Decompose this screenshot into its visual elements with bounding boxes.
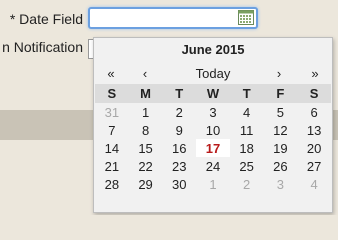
calendar-nav-bar: « ‹ Today › » (94, 65, 332, 83)
calendar-day[interactable]: 15 (129, 139, 163, 157)
calendar-day[interactable]: 29 (129, 175, 163, 193)
next-month-button[interactable]: › (264, 65, 294, 83)
calendar-day[interactable]: 6 (297, 103, 331, 121)
calendar-week-row: 21 22 23 24 25 26 27 (95, 157, 331, 175)
calendar-day[interactable]: 4 (297, 175, 331, 193)
calendar-day[interactable]: 24 (196, 157, 230, 175)
calendar-week-row: 7 8 9 10 11 12 13 (95, 121, 331, 139)
date-field-input[interactable] (90, 9, 238, 27)
calendar-day[interactable]: 7 (95, 121, 129, 139)
calendar-week-row: 31 1 2 3 4 5 6 (95, 103, 331, 121)
calendar-day[interactable]: 1 (129, 103, 163, 121)
calendar-day[interactable]: 8 (129, 121, 163, 139)
today-button[interactable]: Today (179, 65, 247, 83)
weekday-label: S (95, 84, 129, 103)
calendar-day[interactable]: 16 (162, 139, 196, 157)
prev-year-button[interactable]: « (96, 65, 126, 83)
calendar-day[interactable]: 9 (162, 121, 196, 139)
calendar-day[interactable]: 18 (230, 139, 264, 157)
calendar-week-row: 28 29 30 1 2 3 4 (95, 175, 331, 193)
date-field-container[interactable] (88, 7, 258, 29)
calendar-day[interactable]: 22 (129, 157, 163, 175)
calendar-day[interactable]: 14 (95, 139, 129, 157)
weekday-label: T (162, 84, 197, 103)
calendar-days: 31 1 2 3 4 5 6 7 8 9 10 11 12 13 14 15 16 17 18 19 20 21 22 23 2… (95, 103, 331, 193)
calendar-day[interactable]: 31 (95, 103, 129, 121)
calendar-day-today[interactable]: 17 (196, 139, 230, 157)
weekday-label: W (196, 84, 230, 103)
calendar-day[interactable]: 5 (264, 103, 298, 121)
calendar-day[interactable]: 20 (297, 139, 331, 157)
calendar-day[interactable]: 23 (162, 157, 196, 175)
calendar-day[interactable]: 30 (162, 175, 196, 193)
prev-month-button[interactable]: ‹ (130, 65, 160, 83)
calendar-day[interactable]: 13 (297, 121, 331, 139)
form-page: * Date Field n Notification June 2015 « … (0, 0, 338, 215)
calendar-day[interactable]: 2 (230, 175, 264, 193)
calendar-day[interactable]: 21 (95, 157, 129, 175)
calendar-day[interactable]: 25 (230, 157, 264, 175)
calendar-week-row: 14 15 16 17 18 19 20 (95, 139, 331, 157)
weekday-label: F (263, 84, 298, 103)
calendar-day[interactable]: 27 (297, 157, 331, 175)
calendar-day[interactable]: 2 (162, 103, 196, 121)
calendar-day[interactable]: 19 (264, 139, 298, 157)
calendar-icon[interactable] (238, 10, 254, 25)
calendar-day[interactable]: 10 (196, 121, 230, 139)
weekday-header-row: S M T W T F S (95, 84, 331, 103)
calendar-month-title: June 2015 (181, 42, 245, 57)
calendar-day[interactable]: 26 (264, 157, 298, 175)
calendar-day[interactable]: 11 (230, 121, 264, 139)
weekday-label: T (229, 84, 264, 103)
calendar-day[interactable]: 3 (196, 103, 230, 121)
calendar-grid: S M T W T F S 31 1 2 3 4 5 6 7 8 9 10 11 12 13 14 15 16 1… (95, 84, 331, 193)
calendar-day[interactable]: 12 (264, 121, 298, 139)
calendar-popup: June 2015 « ‹ Today › » S M T W T F S 31… (93, 37, 333, 213)
date-field-label: * Date Field (9, 11, 83, 27)
next-year-button[interactable]: » (300, 65, 330, 83)
calendar-day[interactable]: 4 (230, 103, 264, 121)
weekday-label: M (128, 84, 163, 103)
notification-field-label: n Notification (2, 39, 83, 55)
calendar-day[interactable]: 1 (196, 175, 230, 193)
calendar-day[interactable]: 3 (264, 175, 298, 193)
weekday-label: S (297, 84, 331, 103)
calendar-day[interactable]: 28 (95, 175, 129, 193)
